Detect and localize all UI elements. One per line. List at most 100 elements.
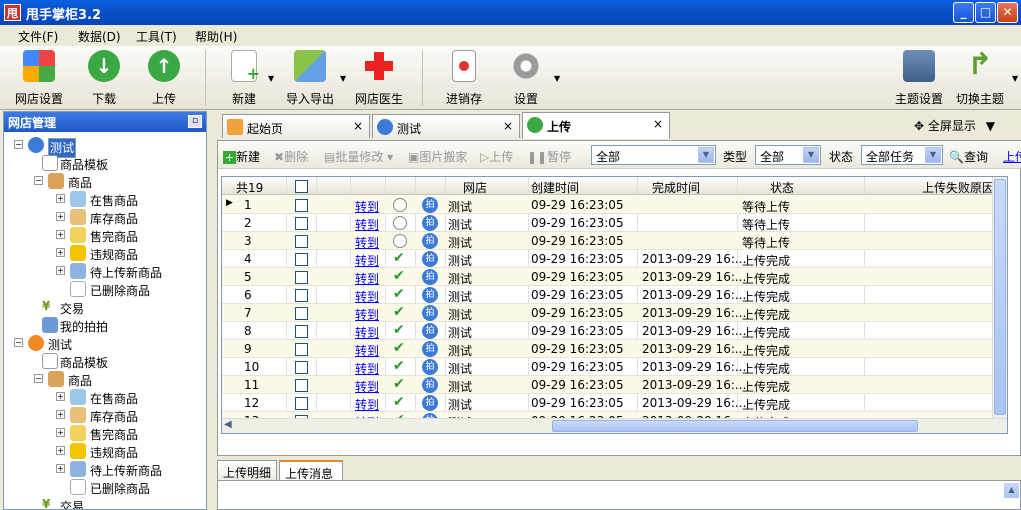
table-row[interactable]: 3 转到 拍测试 09-29 16:23:05 等待上传 — [222, 232, 994, 250]
scroll-thumb[interactable] — [994, 179, 1006, 415]
theme-settings-button[interactable]: 主题设置 — [893, 50, 945, 107]
row-checkbox[interactable] — [295, 217, 308, 230]
row-checkbox[interactable] — [295, 307, 308, 320]
col-shop[interactable]: 网店 — [463, 179, 487, 196]
menu-help[interactable]: 帮助(H) — [195, 28, 237, 45]
goto-link[interactable]: 转到 — [355, 198, 379, 215]
tab-upload[interactable]: 上传 × — [522, 112, 670, 139]
switch-theme-dropdown-icon[interactable]: ▼ — [1012, 74, 1018, 83]
goto-link[interactable]: 转到 — [355, 252, 379, 269]
scroll-thumb[interactable] — [552, 420, 918, 432]
new-button[interactable]: + 新建 ▼ — [222, 50, 274, 107]
shop-settings-button[interactable]: 网店设置 — [12, 50, 66, 107]
chevron-down-icon[interactable]: ▼ — [986, 119, 995, 133]
expand-icon[interactable]: + — [56, 248, 65, 257]
row-checkbox[interactable] — [295, 343, 308, 356]
col-completed[interactable]: 完成时间 — [652, 179, 700, 196]
table-row[interactable]: 11 转到 ✔ 拍测试 09-29 16:23:05 2013-09-29 16:... 上… — [222, 376, 994, 394]
delete-button[interactable]: ✖删除 — [274, 148, 308, 165]
goto-link[interactable]: 转到 — [355, 234, 379, 251]
expand-icon[interactable]: + — [56, 464, 65, 473]
row-checkbox[interactable] — [295, 253, 308, 266]
table-row[interactable]: ▶ 1 转到 拍测试 09-29 16:23:05 等待上传 — [222, 196, 994, 214]
image-move-button[interactable]: ▣图片搬家 — [408, 148, 467, 165]
collapse-icon[interactable]: − — [14, 338, 23, 347]
fullscreen-button[interactable]: ✥ 全屏显示 ▼ — [914, 117, 995, 134]
import-export-dropdown-icon[interactable]: ▼ — [340, 74, 346, 83]
close-tab-icon[interactable]: × — [653, 117, 663, 131]
new-dropdown-icon[interactable]: ▼ — [268, 74, 274, 83]
close-button[interactable]: ✕ — [997, 2, 1018, 23]
goto-link[interactable]: 转到 — [355, 270, 379, 287]
row-checkbox[interactable] — [295, 235, 308, 248]
goto-link[interactable]: 转到 — [355, 288, 379, 305]
upload-button[interactable]: ↑ 上传 — [138, 50, 190, 107]
close-tab-icon[interactable]: × — [353, 119, 363, 133]
switch-theme-button[interactable]: ↱ 切换主题 ▼ — [954, 50, 1018, 107]
table-row[interactable]: 5 转到 ✔ 拍测试 09-29 16:23:05 2013-09-29 16:... 上传… — [222, 268, 994, 286]
row-checkbox[interactable] — [295, 199, 308, 212]
upload-task-button[interactable]: ▷上传 — [480, 148, 513, 165]
status-select[interactable]: 全部任务 ▼ — [861, 145, 943, 165]
tab-shop[interactable]: 测试 × — [372, 114, 520, 138]
goto-link[interactable]: 转到 — [355, 324, 379, 341]
expand-icon[interactable]: + — [56, 230, 65, 239]
download-button[interactable]: ↓ 下载 — [78, 50, 130, 107]
tab-start-page[interactable]: 起始页 × — [222, 114, 370, 138]
expand-icon[interactable]: + — [56, 446, 65, 455]
collapse-icon[interactable]: − — [14, 140, 23, 149]
goto-link[interactable]: 转到 — [355, 306, 379, 323]
expand-icon[interactable]: + — [56, 266, 65, 275]
expand-icon[interactable]: + — [56, 428, 65, 437]
import-export-button[interactable]: 导入导出 ▼ — [284, 50, 346, 107]
collapse-icon[interactable]: − — [34, 176, 43, 185]
pause-button[interactable]: ❚❚暂停 — [527, 148, 571, 165]
new-task-button[interactable]: + 新建 — [223, 148, 260, 165]
expand-icon[interactable]: + — [56, 392, 65, 401]
col-status[interactable]: 状态 — [770, 179, 794, 196]
row-checkbox[interactable] — [295, 397, 308, 410]
menu-tools[interactable]: 工具(T) — [136, 28, 177, 45]
row-checkbox[interactable] — [295, 271, 308, 284]
maximize-button[interactable]: □ — [975, 2, 996, 23]
table-row[interactable]: 7 转到 ✔ 拍测试 09-29 16:23:05 2013-09-29 16:... 上传… — [222, 304, 994, 322]
menu-file[interactable]: 文件(F) — [18, 28, 58, 45]
minimize-button[interactable]: _ — [953, 2, 974, 23]
tab-upload-messages[interactable]: 上传消息 — [279, 460, 343, 481]
goto-link[interactable]: 转到 — [355, 360, 379, 377]
select-all-checkbox[interactable] — [295, 180, 308, 193]
row-checkbox[interactable] — [295, 289, 308, 302]
type-select[interactable]: 全部 ▼ — [755, 145, 821, 165]
col-fail-reason[interactable]: 上传失败原因 — [922, 179, 994, 196]
filter-select[interactable]: 全部 ▼ — [591, 145, 716, 165]
pin-icon[interactable]: ▫ — [188, 115, 202, 128]
tab-upload-details[interactable]: 上传明细 — [217, 460, 277, 480]
collapse-icon[interactable]: − — [34, 374, 43, 383]
goto-link[interactable]: 转到 — [355, 216, 379, 233]
table-row[interactable]: 6 转到 ✔ 拍测试 09-29 16:23:05 2013-09-29 16:... 上传… — [222, 286, 994, 304]
scroll-up-icon[interactable]: ▲ — [1004, 483, 1019, 498]
goto-link[interactable]: 转到 — [355, 378, 379, 395]
row-checkbox[interactable] — [295, 361, 308, 374]
vertical-scrollbar[interactable]: ▼ — [992, 177, 1007, 433]
row-checkbox[interactable] — [295, 379, 308, 392]
menu-data[interactable]: 数据(D) — [78, 28, 121, 45]
table-row[interactable]: 10 转到 ✔ 拍测试 09-29 16:23:05 2013-09-29 16:... 上… — [222, 358, 994, 376]
table-row[interactable]: 12 转到 ✔ 拍测试 09-29 16:23:05 2013-09-29 16:... 上… — [222, 394, 994, 412]
upload-link[interactable]: 上传 — [1003, 148, 1021, 165]
batch-edit-button[interactable]: ▤批量修改 ▾ — [324, 148, 393, 165]
table-row[interactable]: 4 转到 ✔ 拍测试 09-29 16:23:05 2013-09-29 16:... 上传… — [222, 250, 994, 268]
table-row[interactable]: 2 转到 拍测试 09-29 16:23:05 等待上传 — [222, 214, 994, 232]
goto-link[interactable]: 转到 — [355, 342, 379, 359]
table-row[interactable]: 8 转到 ✔ 拍测试 09-29 16:23:05 2013-09-29 16:... 上传… — [222, 322, 994, 340]
shop-doctor-button[interactable]: 网店医生 — [353, 50, 405, 107]
settings-dropdown-icon[interactable]: ▼ — [554, 74, 560, 83]
query-button[interactable]: 🔍查询 — [949, 148, 988, 165]
expand-icon[interactable]: + — [56, 410, 65, 419]
inventory-button[interactable]: 进销存 — [442, 50, 486, 107]
expand-icon[interactable]: + — [56, 212, 65, 221]
expand-icon[interactable]: + — [56, 194, 65, 203]
settings-button[interactable]: 设置 ▼ — [508, 50, 560, 107]
scroll-left-icon[interactable]: ◀ — [224, 419, 232, 430]
col-created[interactable]: 创建时间 — [531, 179, 579, 196]
